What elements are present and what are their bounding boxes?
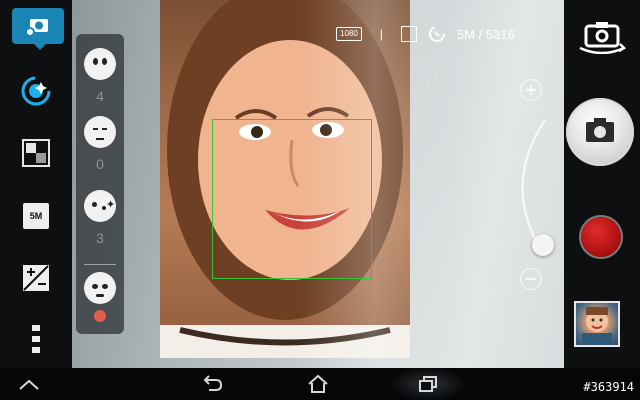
watermark: #363914	[583, 380, 634, 394]
beauty-value: 0	[96, 156, 104, 172]
face-eyes-icon	[84, 272, 116, 304]
status-indicators: 1080 | 5M / 5316	[336, 22, 515, 46]
record-video-button[interactable]	[581, 217, 621, 257]
zoom-out-button[interactable]	[520, 268, 542, 290]
status-separator: |	[379, 27, 383, 41]
beautification-button[interactable]	[14, 72, 58, 110]
resolution-button[interactable]: 5M	[14, 197, 58, 235]
night-mode-icon	[400, 26, 417, 42]
minus-icon	[526, 278, 536, 280]
beauty-value: 3	[96, 230, 104, 246]
recent-apps-icon	[419, 376, 437, 392]
back-icon	[203, 375, 223, 391]
face-slim-icon	[84, 116, 116, 148]
resolution-label: 5M	[29, 211, 43, 221]
beauty-option-slim[interactable]: 0	[76, 116, 124, 172]
resolution-icon: 5M	[23, 203, 49, 229]
more-icon	[32, 325, 40, 353]
beauty-option-smooth[interactable]: 4	[76, 48, 124, 104]
active-dot	[94, 310, 106, 322]
beauty-option-skin[interactable]: ✦ 3	[76, 190, 124, 246]
camera-mode-button[interactable]	[12, 8, 64, 50]
switch-camera-icon	[579, 22, 627, 55]
back-button[interactable]	[200, 370, 224, 398]
recent-apps-button[interactable]	[416, 370, 440, 398]
effect-icon	[22, 139, 50, 167]
beauty-option-eyes[interactable]	[76, 272, 124, 330]
chevron-up-icon	[19, 379, 39, 390]
face-detection-box	[212, 119, 372, 279]
thumbnail-image	[582, 307, 612, 345]
plus-icon	[526, 85, 536, 95]
face-smooth-icon	[84, 48, 116, 80]
switch-camera-button[interactable]	[576, 20, 628, 55]
beautification-panel: 4 0 ✦ 3	[76, 34, 124, 334]
video-quality-icon: 1080	[336, 27, 362, 41]
shutter-button[interactable]	[566, 98, 634, 166]
divider	[84, 264, 116, 265]
effect-button[interactable]	[14, 134, 58, 172]
exposure-icon	[23, 265, 49, 291]
resolution-counter: 5M / 5316	[456, 26, 515, 42]
face-skin-icon: ✦	[84, 190, 116, 222]
more-button[interactable]	[14, 320, 58, 358]
beautification-status-icon	[428, 26, 445, 42]
home-icon	[308, 374, 328, 393]
beauty-value: 4	[96, 88, 104, 104]
navigation-bar	[0, 368, 640, 400]
zoom-slider-handle[interactable]	[532, 234, 554, 256]
camera-icon	[586, 118, 614, 142]
beautification-icon	[21, 76, 51, 106]
exposure-button[interactable]	[14, 259, 58, 297]
camera-mode-icon	[25, 19, 48, 37]
gallery-thumbnail[interactable]	[574, 301, 620, 347]
hide-nav-button[interactable]	[18, 370, 40, 398]
left-toolbar: 5M	[0, 0, 72, 368]
home-button[interactable]	[306, 370, 330, 398]
zoom-in-button[interactable]	[520, 79, 542, 101]
